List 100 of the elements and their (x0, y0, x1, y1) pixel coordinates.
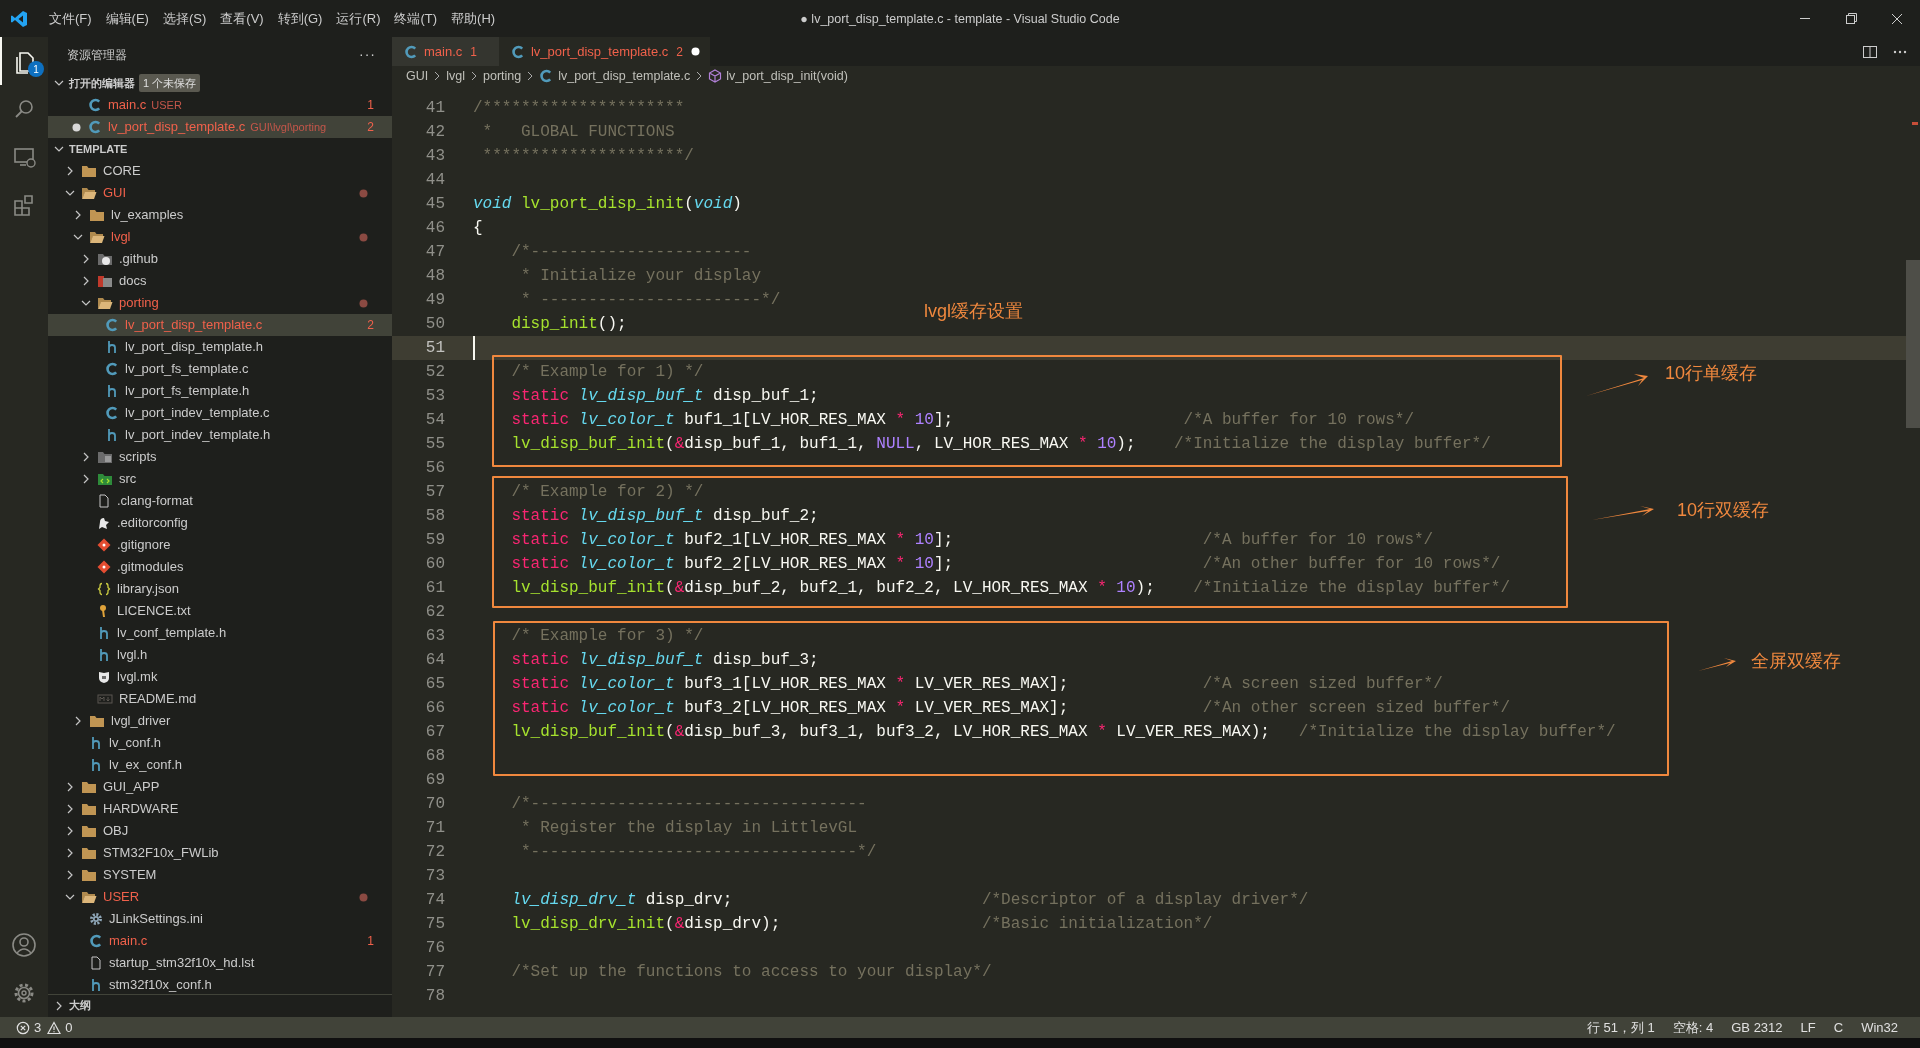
tree-item[interactable]: lv_examples (48, 204, 392, 226)
tree-item[interactable]: library.json (48, 578, 392, 600)
line-number: 63 (424, 626, 445, 647)
notification-badge: 1 (28, 61, 44, 77)
code-line: static lv_disp_buf_t disp_buf_3; (510, 650, 819, 671)
c-file-icon (105, 406, 119, 420)
section-header[interactable]: 打开的编辑器 1 个未保存 (48, 72, 392, 94)
folder-icon (81, 824, 97, 838)
tree-item[interactable]: SYSTEM (48, 864, 392, 886)
menu-item[interactable]: 选择(S) (155, 0, 214, 37)
tree-item[interactable]: LICENCE.txt (48, 600, 392, 622)
tree-item[interactable]: main.c 1 (48, 930, 392, 952)
tree-item[interactable]: GUI_APP (48, 776, 392, 798)
tree-item[interactable]: .gitignore (48, 534, 392, 556)
menu-item[interactable]: 文件(F) (42, 0, 99, 37)
breadcrumb-item[interactable]: porting (483, 66, 522, 86)
tree-item[interactable]: .gitmodules (48, 556, 392, 578)
menu-item[interactable]: 终端(T) (387, 0, 445, 37)
tree-item[interactable]: docs (48, 270, 392, 292)
line-number: 68 (424, 746, 445, 767)
code-line: lv_disp_drv_init(&disp_drv); /*Basic initialization*/ (510, 914, 1213, 935)
more-actions-button[interactable]: ··· (359, 44, 376, 65)
code-line: /* Example for 2) */ (510, 482, 704, 503)
menu-item[interactable]: 转到(G) (270, 0, 330, 37)
code-line: static lv_color_t buf2_1[LV_HOR_RES_MAX * 10]; /*A buffer for 10 rows*/ (510, 530, 1434, 551)
tree-item[interactable]: lvgl (48, 226, 392, 248)
status-item[interactable]: GB 2312 (1731, 1017, 1783, 1038)
tree-item[interactable]: STM32F10x_FWLib (48, 842, 392, 864)
breadcrumb-item[interactable]: lv_port_disp_template.c (539, 66, 691, 86)
tree-item[interactable]: lv_port_indev_template.h (48, 424, 392, 446)
tree-item[interactable]: lvgl.h (48, 644, 392, 666)
line-number: 64 (424, 650, 445, 671)
tree-item[interactable]: stm32f10x_conf.h (48, 974, 392, 994)
open-editor-item[interactable]: main.c USER 1 (48, 94, 392, 116)
tree-item[interactable]: HARDWARE (48, 798, 392, 820)
tree-item[interactable]: porting (48, 292, 392, 314)
tree-item[interactable]: lvgl.mk (48, 666, 392, 688)
breadcrumb-item[interactable]: GUI (406, 66, 429, 86)
folder-icon (89, 208, 105, 222)
menu-item[interactable]: 编辑(E) (98, 0, 156, 37)
section-header[interactable]: 大纲 (48, 994, 392, 1016)
tree-item[interactable]: src (48, 468, 392, 490)
tree-item[interactable]: OBJ (48, 820, 392, 842)
tree-item[interactable]: lv_port_fs_template.h (48, 380, 392, 402)
line-number: 75 (424, 914, 445, 935)
tree-item[interactable]: JLinkSettings.ini (48, 908, 392, 930)
scrollbar-thumb[interactable] (1906, 260, 1920, 428)
menu-item[interactable]: 帮助(H) (444, 0, 503, 37)
tree-item[interactable]: lv_port_fs_template.c (48, 358, 392, 380)
code-line: lv_disp_buf_init(&disp_buf_2, buf2_1, buf2_2, LV_HOR_RES_MAX * 10); /*Initialize the display buffer*/ (510, 578, 1510, 599)
tree-item[interactable]: scripts (48, 446, 392, 468)
tree-item[interactable]: lv_conf.h (48, 732, 392, 754)
tree-item[interactable]: startup_stm32f10x_hd.lst (48, 952, 392, 974)
tree-item[interactable]: USER (48, 886, 392, 908)
status-item[interactable]: C (1833, 1017, 1844, 1038)
folder-icon (81, 802, 97, 816)
menu-item[interactable]: 查看(V) (213, 0, 271, 37)
tree-item[interactable]: .github (48, 248, 392, 270)
line-number: 42 (424, 122, 445, 143)
code-line: * Initialize your display (520, 266, 762, 287)
status-item[interactable]: LF (1800, 1017, 1816, 1038)
section-header[interactable]: TEMPLATE (48, 138, 392, 160)
tree-item[interactable]: lv_port_indev_template.c (48, 402, 392, 424)
code-line: *----------------------------------*/ (520, 842, 877, 863)
tree-item[interactable]: lv_conf_template.h (48, 622, 392, 644)
split-editor-icon[interactable] (1862, 43, 1878, 60)
status-item[interactable]: Win32 (1861, 1017, 1898, 1038)
line-number: 47 (424, 242, 445, 263)
file-icon (89, 956, 103, 970)
tree-item[interactable]: GUI (48, 182, 392, 204)
status-item[interactable]: 空格: 4 (1672, 1017, 1714, 1038)
modified-dot-icon (691, 47, 700, 56)
tree-item[interactable]: lv_port_disp_template.h (48, 336, 392, 358)
code-line: * -----------------------*/ (520, 290, 781, 311)
account-icon[interactable] (11, 932, 37, 958)
menu-item[interactable]: 运行(R) (329, 0, 388, 37)
breadcrumb-item[interactable]: lv_port_disp_init(void) (708, 66, 848, 86)
tree-item[interactable]: .clang-format (48, 490, 392, 512)
problems-button[interactable]: 3 0 (14, 1017, 75, 1038)
editor-tab[interactable]: lv_port_disp_template.c 2 (499, 37, 710, 66)
editor-tab[interactable]: main.c 1 (392, 37, 499, 66)
tree-item[interactable]: lv_ex_conf.h (48, 754, 392, 776)
tree-item[interactable]: README.md (48, 688, 392, 710)
breadcrumb-item[interactable]: lvgl (446, 66, 465, 86)
docs-folder-icon (97, 274, 113, 288)
annotation-label: 10行双缓存 (1677, 499, 1770, 522)
annotation-label: lvgl缓存设置 (924, 300, 1023, 323)
tree-item[interactable]: lvgl_driver (48, 710, 392, 732)
error-marker (1912, 122, 1918, 125)
sidebar-title: 资源管理器 (67, 46, 127, 64)
tree-item[interactable]: CORE (48, 160, 392, 182)
status-item[interactable]: 行 51，列 1 (1586, 1017, 1655, 1038)
tree-item[interactable]: .editorconfig (48, 512, 392, 534)
c-file-icon (89, 934, 103, 948)
code-line: { (473, 218, 483, 239)
problem-count: 1 (367, 933, 374, 950)
code-line: static lv_disp_buf_t disp_buf_1; (510, 386, 819, 407)
line-number: 67 (424, 722, 445, 743)
code-line: static lv_color_t buf1_1[LV_HOR_RES_MAX * 10]; /*A buffer for 10 rows*/ (510, 410, 1414, 431)
line-number: 66 (424, 698, 445, 719)
